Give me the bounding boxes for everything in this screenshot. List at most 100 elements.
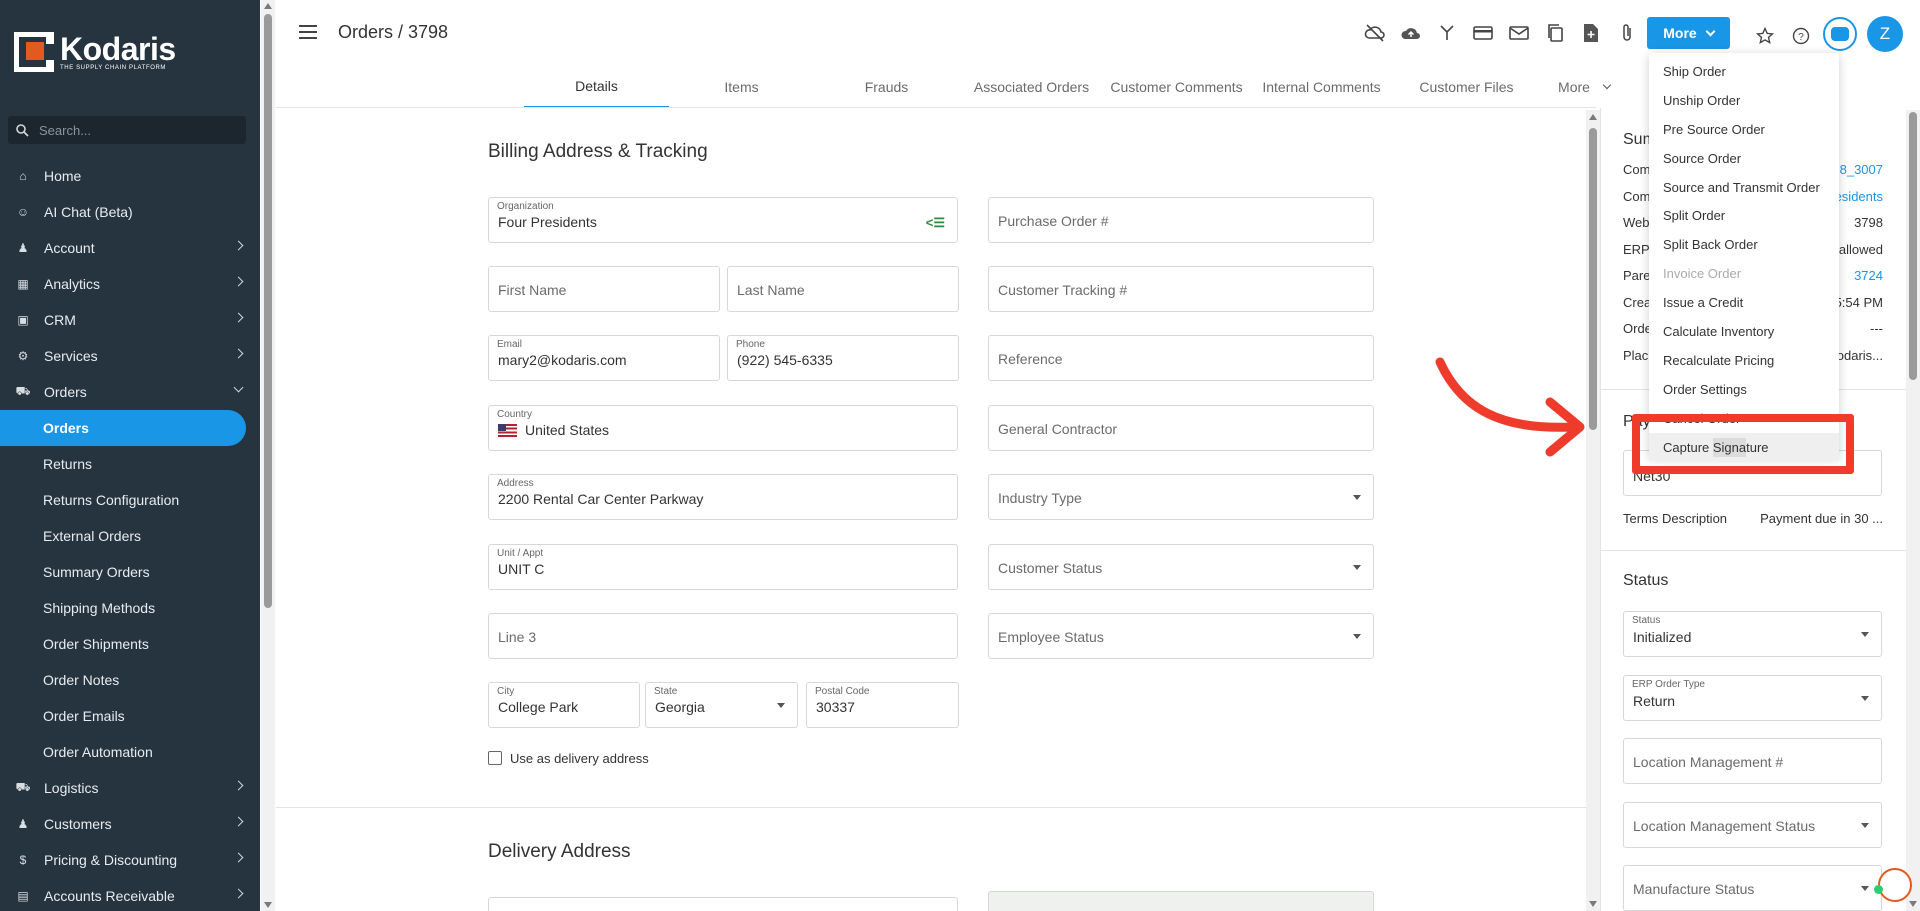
sidebar-item-account[interactable]: ♟ Account <box>0 230 260 266</box>
sidebar-item-label: Pricing & Discounting <box>44 852 178 868</box>
menu-item-source-order[interactable]: Source Order <box>1649 144 1839 173</box>
menu-item-calculate-inventory[interactable]: Calculate Inventory <box>1649 317 1839 346</box>
manufacture-status-select[interactable]: Manufacture Status <box>1623 865 1882 911</box>
merge-icon[interactable] <box>1429 20 1465 46</box>
line3-field[interactable]: Line 3 <box>488 613 958 659</box>
menu-item-unship-order[interactable]: Unship Order <box>1649 86 1839 115</box>
employee-status-select[interactable]: Employee Status <box>988 613 1374 659</box>
sidebar-scrollbar[interactable] <box>261 0 275 911</box>
city-field[interactable]: City College Park <box>488 682 640 728</box>
more-actions-button[interactable]: More <box>1647 17 1730 49</box>
tab-customer-comments[interactable]: Customer Comments <box>1104 66 1249 108</box>
summary-row-value[interactable]: esidents <box>1835 189 1883 204</box>
menu-item-source-and-transmit-order[interactable]: Source and Transmit Order <box>1649 173 1839 202</box>
tab-more[interactable]: More <box>1539 66 1629 108</box>
tab-customer-files[interactable]: Customer Files <box>1394 66 1539 108</box>
more-button-label: More <box>1663 25 1697 41</box>
tab-associated-orders[interactable]: Associated Orders <box>959 66 1104 108</box>
chevron-right-icon <box>233 240 244 251</box>
postal-code-field[interactable]: Postal Code 30337 <box>806 682 959 728</box>
status-select[interactable]: Status Initialized <box>1623 611 1882 657</box>
delivery-map[interactable] <box>988 891 1374 911</box>
unit-field[interactable]: Unit / Appt UNIT C <box>488 544 958 590</box>
user-avatar[interactable]: Z <box>1867 16 1903 52</box>
sidebar-item-orders[interactable]: ⛟ Orders <box>0 374 260 410</box>
delivery-first-field[interactable] <box>488 897 958 911</box>
star-icon[interactable] <box>1747 23 1783 49</box>
address-field[interactable]: Address 2200 Rental Car Center Parkway <box>488 474 958 520</box>
sidebar-item-customers[interactable]: ♟ Customers <box>0 806 260 842</box>
help-icon[interactable]: ? <box>1783 23 1819 49</box>
sidebar-scroll-thumb[interactable] <box>264 14 272 608</box>
sidebar-subitem-orders[interactable]: Orders <box>0 410 246 446</box>
industry-type-select[interactable]: Industry Type <box>988 474 1374 520</box>
credit-card-icon[interactable] <box>1465 20 1501 46</box>
sidebar-item-ai-chat-beta[interactable]: ☺ AI Chat (Beta) <box>0 194 260 230</box>
tab-details[interactable]: Details <box>524 66 669 108</box>
sidebar-subitem-order-automation[interactable]: Order Automation <box>0 734 260 770</box>
terms-description-value: Payment due in 30 ... <box>1760 511 1883 526</box>
location-management-field[interactable]: Location Management # <box>1623 738 1882 784</box>
customer-tracking-field[interactable]: Customer Tracking # <box>988 266 1374 312</box>
copy-icon[interactable] <box>1537 20 1573 46</box>
phone-field[interactable]: Phone (922) 545-6335 <box>727 335 959 381</box>
sidebar-item-accounts-receivable[interactable]: ▤ Accounts Receivable <box>0 878 260 911</box>
menu-item-ship-order[interactable]: Ship Order <box>1649 57 1839 86</box>
organization-field[interactable]: Organization Four Presidents <☰ <box>488 197 958 243</box>
sidebar-search-input[interactable] <box>39 122 219 138</box>
panel-scroll-thumb[interactable] <box>1909 112 1917 380</box>
sidebar-subitem-summary-orders[interactable]: Summary Orders <box>0 554 260 590</box>
first-name-field[interactable]: First Name <box>488 266 720 312</box>
cloud-upload-icon[interactable] <box>1393 20 1429 46</box>
email-label: Email <box>497 339 523 350</box>
state-select[interactable]: State Georgia <box>645 682 798 728</box>
sidebar-subitem-external-orders[interactable]: External Orders <box>0 518 260 554</box>
purchase-order-field[interactable]: Purchase Order # <box>988 197 1374 243</box>
last-name-field[interactable]: Last Name <box>727 266 959 312</box>
tab-items[interactable]: Items <box>669 66 814 108</box>
tab-frauds[interactable]: Frauds <box>814 66 959 108</box>
menu-toggle-icon[interactable] <box>299 25 317 39</box>
add-document-icon[interactable] <box>1573 20 1609 46</box>
us-flag-icon <box>498 424 517 437</box>
sidebar-subitem-order-emails[interactable]: Order Emails <box>0 698 260 734</box>
sidebar-subitem-returns[interactable]: Returns <box>0 446 260 482</box>
sidebar-item-home[interactable]: ⌂ Home <box>0 158 260 194</box>
sidebar-item-analytics[interactable]: ▦ Analytics <box>0 266 260 302</box>
menu-item-issue-a-credit[interactable]: Issue a Credit <box>1649 288 1839 317</box>
sidebar-subitem-shipping-methods[interactable]: Shipping Methods <box>0 590 260 626</box>
customer-status-select[interactable]: Customer Status <box>988 544 1374 590</box>
support-chat-icon[interactable] <box>1874 868 1912 902</box>
attachment-icon[interactable] <box>1609 20 1645 46</box>
general-contractor-field[interactable]: General Contractor <box>988 405 1374 451</box>
country-label: Country <box>497 409 533 420</box>
sidebar-item-logistics[interactable]: ⛟ Logistics <box>0 770 260 806</box>
tab-internal-comments[interactable]: Internal Comments <box>1249 66 1394 108</box>
menu-item-split-order[interactable]: Split Order <box>1649 201 1839 230</box>
summary-row-value[interactable]: 8_3007 <box>1840 162 1883 177</box>
sidebar-subitem-returns-configuration[interactable]: Returns Configuration <box>0 482 260 518</box>
location-management-status-select[interactable]: Location Management Status <box>1623 802 1882 848</box>
panel-scrollbar[interactable] <box>1906 110 1920 911</box>
organization-link-icon[interactable]: <☰ <box>926 215 945 231</box>
sidebar-item-pricing-discounting[interactable]: $ Pricing & Discounting <box>0 842 260 878</box>
menu-item-pre-source-order[interactable]: Pre Source Order <box>1649 115 1839 144</box>
menu-item-order-settings[interactable]: Order Settings <box>1649 375 1839 404</box>
summary-row-value[interactable]: 3724 <box>1854 268 1883 283</box>
ai-assistant-icon[interactable] <box>1823 17 1857 51</box>
mail-icon[interactable] <box>1501 20 1537 46</box>
reference-field[interactable]: Reference <box>988 335 1374 381</box>
main-scrollbar[interactable] <box>1586 110 1600 911</box>
sidebar-item-services[interactable]: ⚙ Services <box>0 338 260 374</box>
menu-item-split-back-order[interactable]: Split Back Order <box>1649 230 1839 259</box>
cloud-off-icon[interactable] <box>1357 20 1393 46</box>
menu-item-recalculate-pricing[interactable]: Recalculate Pricing <box>1649 346 1839 375</box>
email-field[interactable]: Email mary2@kodaris.com <box>488 335 720 381</box>
country-field[interactable]: Country United States <box>488 405 958 451</box>
sidebar-subitem-order-notes[interactable]: Order Notes <box>0 662 260 698</box>
sidebar-item-crm[interactable]: ▣ CRM <box>0 302 260 338</box>
sidebar-subitem-order-shipments[interactable]: Order Shipments <box>0 626 260 662</box>
use-as-delivery-checkbox[interactable] <box>488 751 502 765</box>
kodaris-logo[interactable]: Kodaris THE SUPPLY CHAIN PLATFORM <box>14 32 176 72</box>
erp-order-type-select[interactable]: ERP Order Type Return <box>1623 675 1882 721</box>
